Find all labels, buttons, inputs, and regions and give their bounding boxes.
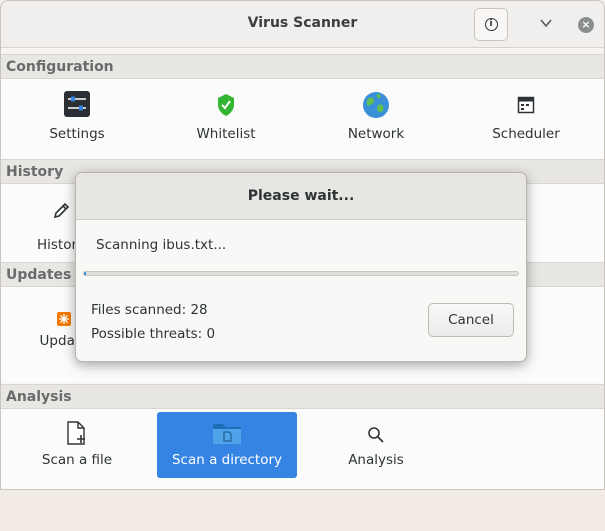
magnifier-icon	[368, 427, 384, 443]
network-label: Network	[347, 126, 405, 142]
section-header-analysis: Analysis	[1, 384, 604, 409]
close-icon[interactable]: ×	[578, 17, 594, 33]
window-title: Virus Scanner	[247, 15, 358, 31]
dialog-header: Please wait...	[76, 173, 526, 220]
possible-threats-text: Possible threats: 0	[91, 326, 216, 342]
info-icon: i	[484, 18, 498, 31]
please-wait-dialog: Please wait... Scanning ibus.txt... File…	[75, 172, 527, 362]
update-burst-icon	[57, 312, 71, 326]
scan-status-text: Scanning ibus.txt...	[96, 237, 227, 253]
whitelist-label: Whitelist	[196, 126, 256, 142]
calendar-icon	[517, 96, 535, 114]
background-strip	[0, 490, 605, 531]
analysis-label: Analysis	[348, 452, 404, 468]
pencil-icon	[53, 202, 70, 219]
title-bar: Virus Scanner i ×	[1, 1, 604, 48]
dialog-title: Please wait...	[247, 188, 355, 204]
globe-icon	[363, 92, 389, 118]
network-tile[interactable]: Network	[306, 86, 446, 152]
scheduler-label: Scheduler	[492, 126, 560, 142]
scan-directory-tile[interactable]: Scan a directory	[157, 412, 297, 478]
folder-icon	[213, 424, 241, 444]
scan-progress-fill	[84, 272, 87, 275]
files-scanned-text: Files scanned: 28	[91, 302, 208, 318]
info-button[interactable]: i	[474, 8, 508, 41]
file-add-icon	[67, 421, 85, 445]
scan-file-tile[interactable]: Scan a file	[7, 412, 147, 478]
settings-tile[interactable]: Settings	[7, 86, 147, 152]
section-header-configuration: Configuration	[1, 54, 604, 79]
configuration-section: Settings Whitelist Network Scheduler	[1, 79, 604, 159]
scheduler-tile[interactable]: Scheduler	[456, 86, 596, 152]
chevron-down-icon[interactable]	[538, 15, 554, 31]
shield-check-icon	[218, 94, 234, 116]
analysis-section: Scan a file Scan a directory Analysis	[1, 409, 604, 489]
settings-sliders-icon	[64, 91, 90, 117]
analysis-tile[interactable]: Analysis	[306, 412, 446, 478]
scan-progress-bar	[83, 271, 519, 276]
scan-file-label: Scan a file	[41, 452, 113, 468]
settings-label: Settings	[49, 126, 105, 142]
cancel-button[interactable]: Cancel	[428, 303, 514, 337]
whitelist-tile[interactable]: Whitelist	[156, 86, 296, 152]
scan-directory-label: Scan a directory	[171, 452, 283, 468]
